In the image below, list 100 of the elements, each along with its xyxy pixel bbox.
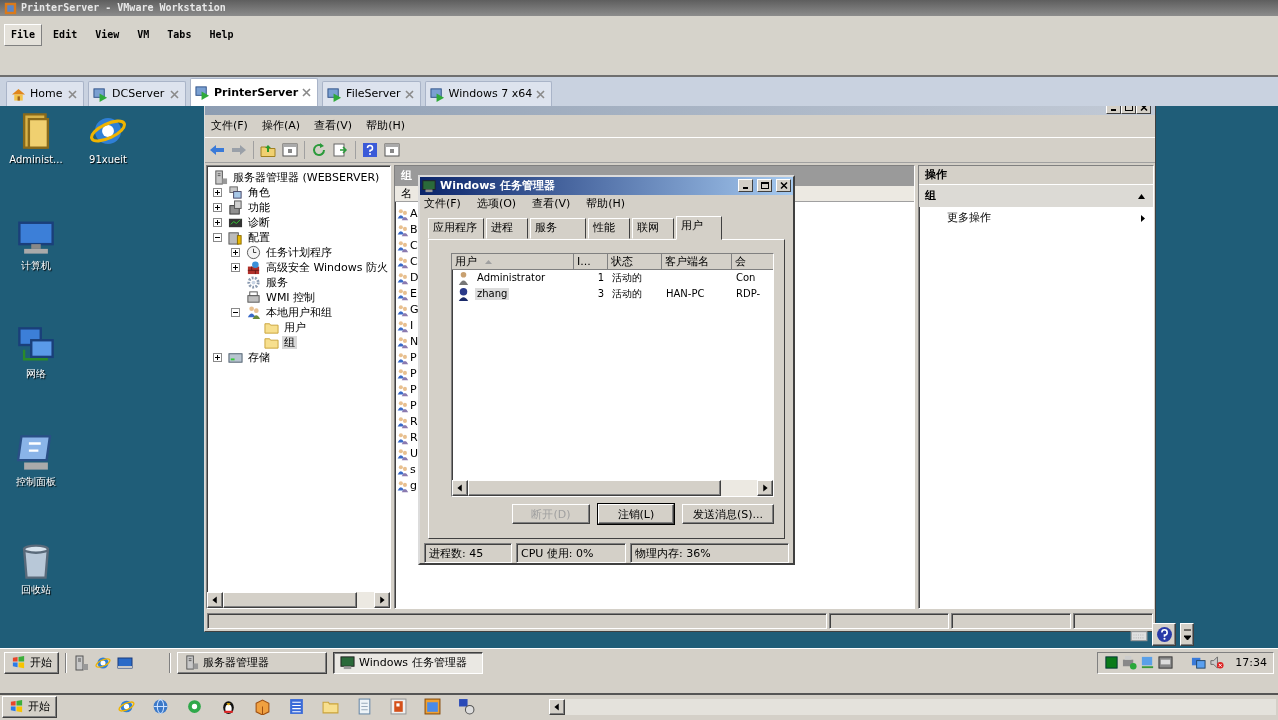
menu-item[interactable]: VM bbox=[130, 24, 157, 46]
desktop-icon-label[interactable]: 91xueit bbox=[89, 154, 127, 166]
scrollbar-thumb[interactable] bbox=[468, 480, 722, 497]
expand-icon[interactable] bbox=[231, 263, 240, 272]
vm-tab[interactable]: Windows 7 x64 bbox=[424, 81, 553, 106]
panel-icon[interactable] bbox=[384, 142, 400, 158]
list-item[interactable]: E bbox=[410, 287, 417, 301]
column-header[interactable]: 状态 bbox=[608, 254, 662, 271]
export-icon[interactable] bbox=[333, 142, 349, 158]
box-icon[interactable] bbox=[253, 698, 271, 715]
help-icon[interactable] bbox=[362, 142, 378, 158]
horizontal-scrollbar[interactable] bbox=[549, 698, 1276, 715]
list-item[interactable]: D bbox=[410, 271, 419, 285]
muted-speaker-icon[interactable] bbox=[1209, 655, 1225, 670]
list-icon[interactable] bbox=[287, 698, 305, 715]
status-light-icon[interactable] bbox=[1104, 655, 1120, 670]
taskbar-button[interactable]: Windows 任务管理器 bbox=[333, 651, 483, 674]
expand-icon[interactable] bbox=[213, 353, 222, 362]
dialog-button[interactable]: 注销(L) bbox=[597, 504, 674, 525]
desktop-icon-label[interactable]: Administ... bbox=[9, 154, 63, 166]
tab[interactable]: 进程 bbox=[486, 218, 528, 240]
scroll-left-icon[interactable] bbox=[549, 698, 565, 715]
menu-item[interactable]: Tabs bbox=[160, 24, 199, 46]
list-item[interactable]: I bbox=[410, 319, 414, 333]
menu-item[interactable]: 帮助(H) bbox=[366, 119, 405, 133]
tab[interactable]: 性能 bbox=[588, 218, 630, 240]
dialog-button[interactable]: 发送消息(S)... bbox=[681, 504, 774, 525]
menu-item[interactable]: 帮助(H) bbox=[586, 197, 626, 211]
tree-item[interactable]: WMI 控制 bbox=[264, 290, 318, 305]
tab[interactable]: 服务 bbox=[530, 218, 586, 240]
list-item[interactable]: P bbox=[410, 351, 417, 365]
list-item[interactable]: P bbox=[410, 399, 417, 413]
list-item[interactable]: P bbox=[410, 383, 417, 397]
collapse-icon[interactable] bbox=[231, 308, 240, 317]
caret-icon[interactable] bbox=[1183, 628, 1191, 641]
help-icon[interactable] bbox=[1155, 626, 1173, 643]
vm-tab[interactable]: FileServer bbox=[322, 81, 421, 106]
menu-item[interactable]: File bbox=[4, 24, 43, 46]
vm-tab[interactable]: DCServer bbox=[88, 81, 186, 106]
collapse-arrow-icon[interactable] bbox=[1138, 193, 1145, 199]
taskbar-button[interactable]: 服务器管理器 bbox=[177, 651, 327, 674]
tree-item[interactable]: 本地用户和组 bbox=[264, 305, 334, 320]
scrollbar-thumb[interactable] bbox=[223, 592, 358, 608]
tree-item[interactable]: 诊断 bbox=[246, 215, 272, 230]
column-header[interactable]: 用户 bbox=[452, 254, 574, 271]
tree-item[interactable]: 配置 bbox=[246, 230, 272, 245]
tree-item[interactable]: 功能 bbox=[246, 200, 272, 215]
list-item[interactable]: C bbox=[410, 239, 418, 253]
list-item[interactable]: U bbox=[410, 447, 419, 461]
window-icon[interactable] bbox=[423, 698, 441, 715]
start-button[interactable]: 开始 bbox=[4, 651, 59, 674]
tree-item[interactable]: 任务计划程序 bbox=[264, 245, 334, 260]
browser-icon[interactable] bbox=[185, 698, 203, 715]
panel-icon[interactable] bbox=[282, 142, 298, 158]
globe-icon[interactable] bbox=[151, 698, 169, 715]
tree-item[interactable]: 组 bbox=[282, 335, 297, 350]
tab[interactable]: 用户 bbox=[676, 216, 722, 241]
expand-icon[interactable] bbox=[213, 188, 222, 197]
tree-item[interactable]: 高级安全 Windows 防火 bbox=[263, 260, 390, 275]
expand-icon[interactable] bbox=[213, 218, 222, 227]
vm-tab[interactable]: PrinterServer bbox=[190, 78, 319, 106]
menu-item[interactable]: 文件(F) bbox=[211, 119, 248, 133]
list-item[interactable]: g bbox=[410, 479, 417, 493]
list-item[interactable]: N bbox=[410, 335, 419, 349]
tree-item[interactable]: 服务 bbox=[264, 275, 290, 290]
list-item[interactable]: G bbox=[410, 303, 419, 317]
user-name[interactable]: Administrator bbox=[475, 272, 548, 285]
desktop-icon-label[interactable]: 控制面板 bbox=[16, 476, 56, 488]
tree-item[interactable]: 用户 bbox=[282, 320, 308, 335]
scroll-right-icon[interactable] bbox=[374, 592, 390, 608]
list-item[interactable]: C bbox=[410, 255, 418, 269]
list-item[interactable]: B bbox=[410, 223, 418, 237]
list-item[interactable]: R bbox=[410, 431, 418, 445]
list-item[interactable]: A bbox=[410, 207, 418, 221]
browser-icon[interactable] bbox=[117, 698, 135, 715]
list-item[interactable]: R bbox=[410, 415, 418, 429]
column-header[interactable]: I... bbox=[574, 254, 608, 271]
section-title[interactable]: 组 bbox=[925, 189, 936, 203]
menu-item[interactable]: View bbox=[88, 24, 127, 46]
column-header[interactable]: 会 bbox=[732, 254, 773, 271]
horizontal-scrollbar[interactable] bbox=[452, 480, 773, 497]
tab[interactable]: 联网 bbox=[632, 218, 674, 240]
expand-icon[interactable] bbox=[213, 203, 222, 212]
menu-item[interactable]: Help bbox=[202, 24, 241, 46]
tree-item[interactable]: 存储 bbox=[246, 350, 272, 365]
back-arrow-icon[interactable] bbox=[209, 142, 225, 158]
expand-icon[interactable] bbox=[231, 248, 240, 257]
menu-item[interactable]: 文件(F) bbox=[424, 197, 461, 211]
tree-item[interactable]: 服务器管理器 (WEBSERVER) bbox=[231, 170, 382, 185]
start-button[interactable]: 开始 bbox=[2, 695, 57, 718]
list-item[interactable]: s bbox=[410, 463, 416, 477]
collapse-icon[interactable] bbox=[213, 233, 222, 242]
scroll-left-icon[interactable] bbox=[207, 592, 223, 608]
menu-item[interactable]: Edit bbox=[46, 24, 85, 46]
scroll-left-icon[interactable] bbox=[452, 480, 468, 497]
vm-box-icon[interactable] bbox=[1158, 655, 1174, 670]
action-link[interactable]: 更多操作 bbox=[947, 211, 991, 225]
slides-icon[interactable] bbox=[389, 698, 407, 715]
tree-item[interactable]: 角色 bbox=[246, 185, 272, 200]
list-item[interactable]: P bbox=[410, 367, 417, 381]
